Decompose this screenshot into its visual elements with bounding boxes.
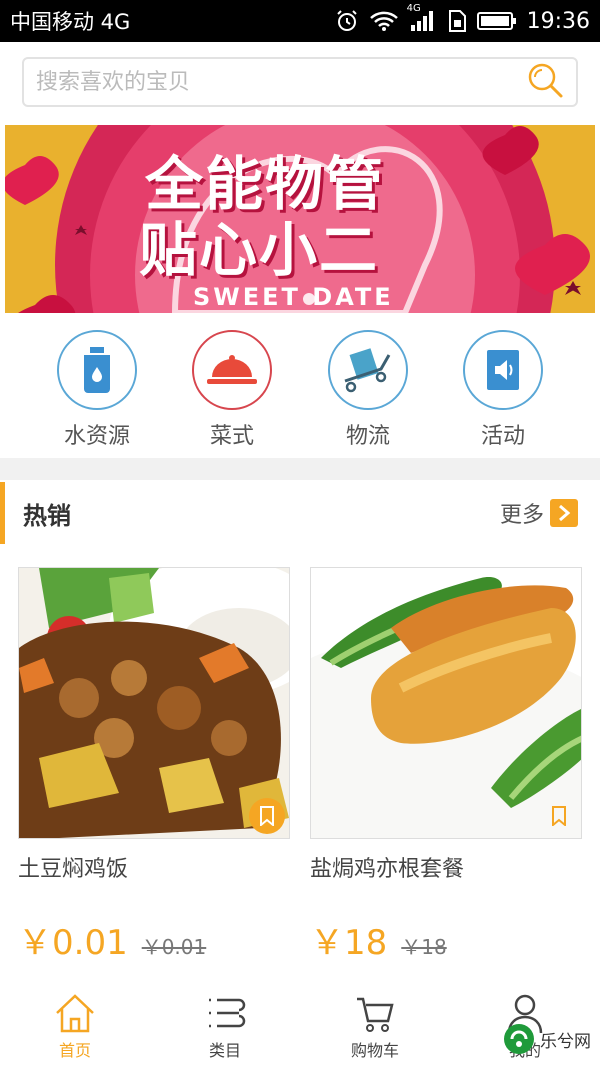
product-prices: ￥0.01 ￥0.01 [18,915,290,964]
section-divider [0,458,600,480]
product-name[interactable]: 土豆焖鸡饭 [18,851,290,883]
category-logistics[interactable]: 物流 [313,330,423,450]
product-image[interactable] [18,567,290,839]
product-prices: ￥18 ￥18 [310,915,582,964]
alarm-icon [335,9,359,33]
search-input[interactable] [36,69,526,95]
signal-icon: 4G [407,3,437,33]
watermark-text: 乐兮网 [540,1031,591,1052]
nav-label: 首页 [58,1041,91,1060]
product-price: ￥0.01 [18,923,128,963]
nav-category[interactable]: 类目 [150,985,300,1067]
cart-icon [357,997,394,1032]
banner-line2: 贴心小二 [139,216,380,284]
network-type-label: 4G [406,3,421,14]
sim-icon [447,9,467,33]
watermark: 乐兮网 [502,1022,591,1056]
search-bar[interactable] [22,57,578,107]
category-list-icon [209,998,246,1028]
curry-chicken-rice-image [19,568,289,838]
category-shortcuts: 水资源 菜式 物流 活动 [0,318,600,458]
more-link[interactable]: 更多 [500,497,578,529]
carousel-indicator[interactable] [303,293,315,305]
carrier-label: 中国移动 4G [10,10,131,34]
category-activities[interactable]: 活动 [448,330,558,450]
status-icons: 4G 19:36 [335,3,590,34]
product-name[interactable]: 盐焗鸡亦根套餐 [310,851,582,883]
category-dishes[interactable]: 菜式 [177,330,287,450]
more-label: 更多 [499,503,544,528]
clock: 19:36 [526,8,590,34]
section-accent-bar [0,482,5,544]
search-icon[interactable] [526,61,564,103]
nav-label: 购物车 [350,1041,399,1060]
hot-section-header: 热销 更多 [0,480,600,546]
salt-baked-chicken-image [311,568,581,838]
wifi-icon [369,10,399,32]
product-original-price: ￥18 [401,935,447,959]
nav-label: 类目 [208,1041,241,1060]
chevron-right-icon [550,499,578,527]
status-bar: 中国移动 4G 4G 19:36 [0,0,600,42]
hand-truck-icon [328,330,408,410]
nav-cart[interactable]: 购物车 [300,985,450,1067]
nav-home[interactable]: 首页 [0,985,150,1067]
category-water[interactable]: 水资源 [42,330,152,450]
product-original-price: ￥0.01 [141,935,207,959]
bookmark-icon[interactable] [249,798,285,834]
product-card[interactable]: 土豆焖鸡饭 ￥0.01 ￥0.01 [18,567,290,964]
water-bottle-icon [57,330,137,410]
food-cloche-icon [192,330,272,410]
home-icon [56,994,94,1033]
banner-line1: 全能物管 [145,150,386,218]
category-label: 活动 [480,424,525,449]
product-image[interactable] [310,567,582,839]
product-card[interactable]: 盐焗鸡亦根套餐 ￥18 ￥18 [310,567,582,964]
watermark-logo-icon [504,1024,534,1054]
announcement-icon [463,330,543,410]
banner-headline: 全能物管 贴心小二 [139,150,386,283]
category-label: 水资源 [63,424,130,449]
promo-banner[interactable]: 全能物管 贴心小二 SWEET DATE [5,125,595,313]
banner-subtitle: SWEET DATE [193,283,394,311]
battery-icon [476,10,517,32]
category-label: 物流 [345,424,390,449]
bookmark-icon[interactable] [541,798,577,834]
category-label: 菜式 [209,424,254,449]
section-title: 热销 [23,501,71,530]
product-price: ￥18 [310,923,388,963]
